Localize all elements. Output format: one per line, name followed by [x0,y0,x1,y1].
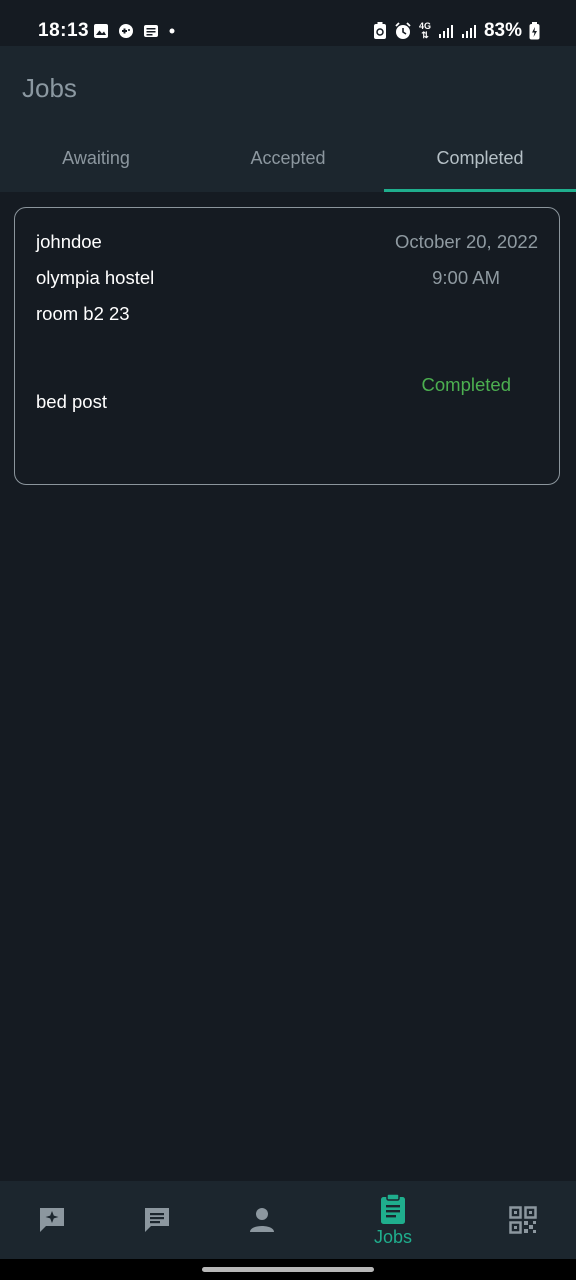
bottom-navigation: Jobs [0,1181,576,1259]
status-notification-icons [93,23,176,39]
battery-saver-icon [373,22,386,39]
app-bar: Jobs Awaiting Accepted Completed [0,46,576,192]
data-arrows-icon: ⇅ [421,30,429,40]
nav-item-assistant[interactable] [12,1181,92,1259]
job-time: 9:00 AM [432,267,500,288]
game-icon [119,24,133,38]
job-room: room b2 23 [36,303,130,324]
message-icon [145,1208,169,1232]
tab-completed[interactable]: Completed [384,124,576,192]
status-system-icons: 4G ⇅ 83% [373,20,540,42]
nav-item-qr[interactable] [483,1181,563,1259]
battery-percentage: 83% [483,20,522,41]
job-date: October 20, 2022 [395,231,538,252]
job-status-badge: Completed [421,374,511,395]
nav-item-profile[interactable] [222,1181,302,1259]
image-icon [94,24,108,38]
dot-icon [169,28,175,34]
page-title: Jobs [22,73,77,103]
job-location: olympia hostel [36,267,155,288]
status-time: 18:13 [38,20,90,41]
alarm-icon [395,22,411,39]
signal-icon [438,25,453,38]
nav-item-messages[interactable] [117,1181,197,1259]
qr-code-icon [509,1206,537,1234]
status-bar: 18:13 4G ⇅ 83% [0,0,576,46]
job-item: bed post [36,391,107,412]
sparkle-chat-icon [40,1208,64,1232]
clipboard-icon [381,1192,405,1224]
person-icon [250,1208,274,1232]
nav-item-jobs-label: Jobs [373,1226,413,1247]
tab-accepted[interactable]: Accepted [192,124,384,192]
system-navigation-bar [0,1259,576,1280]
nav-item-jobs[interactable]: Jobs [353,1181,433,1259]
tab-bar: Awaiting Accepted Completed [0,124,576,192]
home-gesture-handle[interactable] [202,1267,374,1272]
network-type-icon: 4G ⇅ [419,22,431,40]
signal-icon-2 [461,25,476,38]
news-icon [144,25,158,37]
job-card[interactable]: johndoe olympia hostel room b2 23 bed po… [14,207,560,485]
battery-charging-icon [529,22,540,40]
job-username: johndoe [36,231,102,252]
tab-awaiting[interactable]: Awaiting [0,124,192,192]
